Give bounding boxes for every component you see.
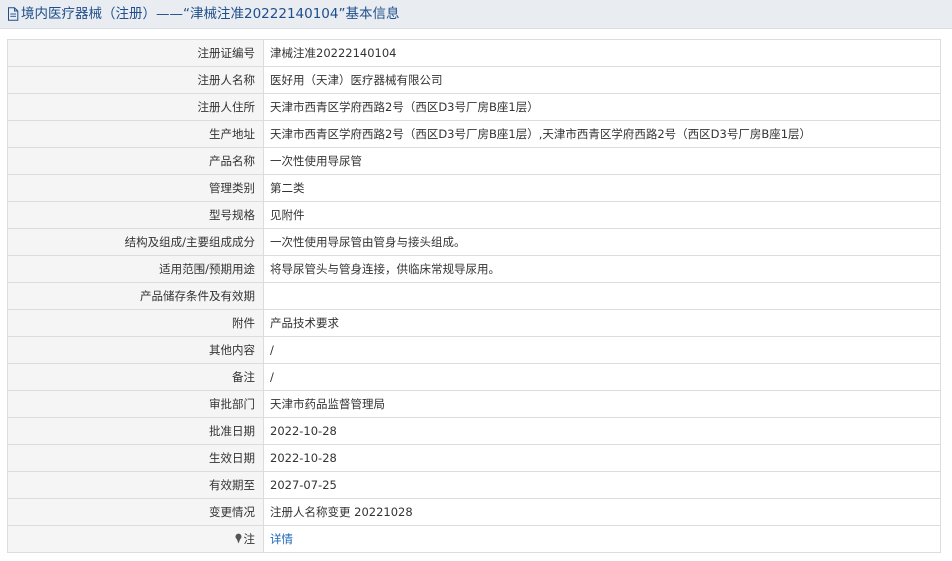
details-link[interactable]: 详情 — [270, 532, 293, 546]
row-label: 适用范围/预期用途 — [7, 255, 264, 283]
note-label: 注 — [243, 532, 256, 546]
row-label: 其他内容 — [7, 336, 264, 364]
table-row: 产品储存条件及有效期 — [7, 282, 941, 310]
row-value: 津械注准20222140104 — [263, 39, 941, 67]
row-value: 天津市药品监督管理局 — [263, 390, 941, 418]
row-label: 生产地址 — [7, 120, 264, 148]
row-value: 第二类 — [263, 174, 941, 202]
info-table: 注册证编号 津械注准20222140104 注册人名称 医好用（天津）医疗器械有限公司… — [7, 39, 941, 553]
document-icon — [7, 7, 19, 21]
row-value: 一次性使用导尿管 — [263, 147, 941, 175]
row-value — [263, 282, 941, 310]
table-row: 型号规格 见附件 — [7, 201, 941, 229]
row-label: 有效期至 — [7, 471, 264, 499]
pin-icon — [234, 533, 243, 544]
table-row: 生效日期 2022-10-28 — [7, 444, 941, 472]
table-row: 注册人住所 天津市西青区学府西路2号（西区D3号厂房B座1层） — [7, 93, 941, 121]
row-label: 变更情况 — [7, 498, 264, 526]
note-value-cell: 详情 — [263, 525, 941, 553]
row-value: 见附件 — [263, 201, 941, 229]
table-row: 有效期至 2027-07-25 — [7, 471, 941, 499]
row-value: 产品技术要求 — [263, 309, 941, 337]
row-label: 注册人名称 — [7, 66, 264, 94]
row-label: 批准日期 — [7, 417, 264, 445]
row-label: 型号规格 — [7, 201, 264, 229]
row-value: / — [263, 336, 941, 364]
row-value: 天津市西青区学府西路2号（西区D3号厂房B座1层）,天津市西青区学府西路2号（西… — [263, 120, 941, 148]
table-row: 适用范围/预期用途 将导尿管头与管身连接，供临床常规导尿用。 — [7, 255, 941, 283]
row-label: 注册人住所 — [7, 93, 264, 121]
table-row: 结构及组成/主要组成成分 一次性使用导尿管由管身与接头组成。 — [7, 228, 941, 256]
row-value: 医好用（天津）医疗器械有限公司 — [263, 66, 941, 94]
row-value: 2027-07-25 — [263, 471, 941, 499]
table-row: 附件 产品技术要求 — [7, 309, 941, 337]
row-label: 产品名称 — [7, 147, 264, 175]
row-value: 2022-10-28 — [263, 417, 941, 445]
row-label: 审批部门 — [7, 390, 264, 418]
table-row: 审批部门 天津市药品监督管理局 — [7, 390, 941, 418]
table-row: 注册证编号 津械注准20222140104 — [7, 39, 941, 67]
row-value: 一次性使用导尿管由管身与接头组成。 — [263, 228, 941, 256]
table-row: 管理类别 第二类 — [7, 174, 941, 202]
row-label: 附件 — [7, 309, 264, 337]
table-row: 变更情况 注册人名称变更 20221028 — [7, 498, 941, 526]
row-label: 备注 — [7, 363, 264, 391]
row-value: 将导尿管头与管身连接，供临床常规导尿用。 — [263, 255, 941, 283]
row-value: 天津市西青区学府西路2号（西区D3号厂房B座1层） — [263, 93, 941, 121]
row-value: 2022-10-28 — [263, 444, 941, 472]
row-label: 产品储存条件及有效期 — [7, 282, 264, 310]
page-title: 境内医疗器械（注册）——“津械注准20222140104”基本信息 — [21, 5, 400, 22]
row-label: 结构及组成/主要组成成分 — [7, 228, 264, 256]
row-label: 管理类别 — [7, 174, 264, 202]
note-row: 注详情 — [7, 525, 941, 553]
table-row: 产品名称 一次性使用导尿管 — [7, 147, 941, 175]
row-label: 注册证编号 — [7, 39, 264, 67]
table-row: 其他内容 / — [7, 336, 941, 364]
table-row: 备注 / — [7, 363, 941, 391]
row-label: 生效日期 — [7, 444, 264, 472]
page-title-bar: 境内医疗器械（注册）——“津械注准20222140104”基本信息 — [0, 0, 952, 29]
row-value: 注册人名称变更 20221028 — [263, 498, 941, 526]
table-row: 生产地址 天津市西青区学府西路2号（西区D3号厂房B座1层）,天津市西青区学府西路… — [7, 120, 941, 148]
table-row: 批准日期 2022-10-28 — [7, 417, 941, 445]
note-label-cell: 注 — [7, 525, 264, 553]
row-value: / — [263, 363, 941, 391]
table-row: 注册人名称 医好用（天津）医疗器械有限公司 — [7, 66, 941, 94]
